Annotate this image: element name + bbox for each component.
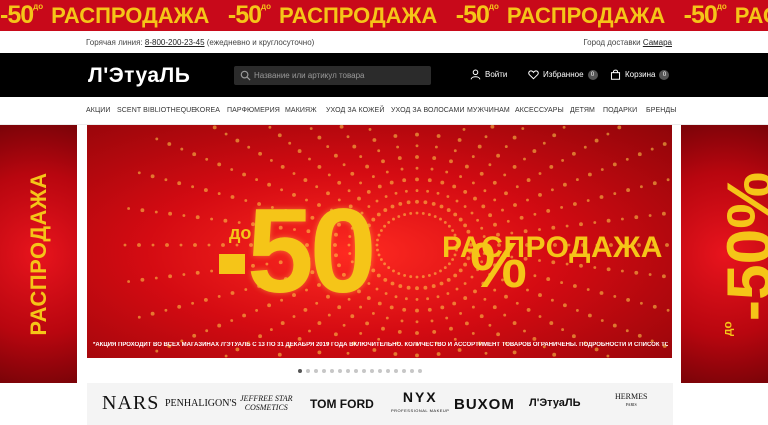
nav-item-skin-care[interactable]: УХОД ЗА КОЖЕЙ	[326, 107, 384, 114]
promo-percent: -50до	[0, 1, 44, 29]
carousel-dot[interactable]	[394, 369, 398, 373]
carousel-dot[interactable]	[346, 369, 350, 373]
cart-count-badge: 0	[659, 69, 670, 80]
carousel-dot[interactable]	[418, 369, 422, 373]
hero-disclaimer: *АКЦИЯ ПРОХОДИТ ВО ВСЕХ МАГАЗИНАХ Л'ЭТУА…	[93, 342, 668, 348]
promo-percent: -50до	[455, 1, 499, 29]
carousel-dot[interactable]	[314, 369, 318, 373]
hero-percent-value: 50	[247, 184, 376, 318]
nav-item-perfumery[interactable]: ПАРФЮМЕРИЯ	[227, 107, 280, 114]
login-label: Войти	[485, 70, 508, 79]
login-button[interactable]: Войти	[470, 69, 507, 80]
header: Л'ЭтуаЛЬ Войти Избранное 0 Корзина 0	[0, 53, 768, 97]
nav-item-gifts[interactable]: ПОДАРКИ	[603, 107, 637, 114]
info-bar: Горячая линия: 8-800-200-23-45 (ежедневн…	[0, 31, 768, 53]
promo-word: РАСПРОДАЖА	[51, 3, 210, 28]
promo-strip-item: -50до РАСПРОДАЖА	[0, 0, 223, 31]
brands-strip: NARS PENHALIGON'S JEFFREE STAR COSMETICS …	[87, 383, 673, 425]
carousel-dot[interactable]	[370, 369, 374, 373]
side-banner-left[interactable]: РАСПРОДАЖА	[0, 125, 77, 383]
hero-title: РАСПРОДАЖА	[442, 231, 663, 264]
promo-strip-item: -50до РАСПРОДАЖА	[228, 0, 451, 31]
favorites-button[interactable]: Избранное 0	[528, 69, 598, 80]
nav-item-kids[interactable]: ДЕТЯМ	[570, 107, 595, 114]
brand-logo-nars[interactable]: NARS	[102, 392, 159, 415]
brand-logo-hermes[interactable]: HERMES PARIS	[615, 393, 647, 409]
carousel-dot[interactable]	[410, 369, 414, 373]
main-navigation: АКЦИИ SCENT BIBLIOTHEQUE KOREA ПАРФЮМЕРИ…	[0, 97, 768, 125]
favorites-count-badge: 0	[587, 69, 598, 80]
carousel-dot[interactable]	[362, 369, 366, 373]
brand-logo-letu[interactable]: Л'ЭтуаЛЬ	[529, 397, 581, 409]
side-banner-percent: до-50%	[713, 172, 768, 337]
side-banner-text: РАСПРОДАЖА	[25, 172, 51, 336]
user-icon	[470, 69, 481, 80]
promo-word: РАСПРОДАЖА	[734, 3, 768, 28]
hotline-phone-link[interactable]: 8-800-200-23-45	[145, 38, 205, 47]
search-input[interactable]	[254, 66, 426, 85]
brand-logo-nyx[interactable]: NYX PROFESSIONAL MAKEUP	[391, 390, 449, 417]
promo-strip[interactable]: -50до РАСПРОДАЖА -50до РАСПРОДАЖА -50до РАС…	[0, 0, 768, 31]
brand-logo-buxom[interactable]: BUXOM	[454, 396, 515, 413]
promo-strip-item: -50до РАСПРОДАЖА	[684, 0, 768, 31]
hotline-hours: (ежедневно и круглосуточно)	[206, 38, 315, 47]
city-label: Город доставки	[583, 38, 641, 47]
favorites-label: Избранное	[543, 70, 584, 79]
nav-item-makeup[interactable]: МАКИЯЖ	[285, 107, 317, 114]
promo-percent: -50до	[683, 1, 727, 29]
cart-button[interactable]: Корзина 0	[610, 69, 670, 80]
nav-item-accessories[interactable]: АКСЕССУАРЫ	[515, 107, 564, 114]
promo-percent: -50до	[227, 1, 271, 29]
search-icon	[240, 70, 251, 81]
promo-strip-item: -50до РАСПРОДАЖА	[456, 0, 679, 31]
promo-word: РАСПРОДАЖА	[506, 3, 666, 28]
carousel-dots	[298, 366, 422, 373]
nav-item-brands[interactable]: БРЕНДЫ	[646, 107, 677, 114]
hero-banner[interactable]: до 50 % РАСПРОДАЖА *АКЦИЯ ПРОХОДИТ ВО ВС…	[87, 125, 672, 358]
brand-logo-penhaligons[interactable]: PENHALIGON'S	[165, 398, 237, 409]
carousel-dot[interactable]	[298, 369, 302, 373]
carousel-dot[interactable]	[322, 369, 326, 373]
search-bar[interactable]	[234, 66, 431, 85]
hotline-label: Горячая линия:	[86, 38, 143, 47]
side-banner-right[interactable]: до-50%	[681, 125, 768, 383]
carousel-dot[interactable]	[338, 369, 342, 373]
nav-item-promotions[interactable]: АКЦИИ	[86, 107, 111, 114]
heart-icon	[528, 70, 539, 80]
hotline: Горячая линия: 8-800-200-23-45 (ежедневн…	[86, 38, 314, 47]
city-select-link[interactable]: Самара	[643, 38, 672, 47]
hero-minus-sign	[219, 254, 245, 274]
carousel-dot[interactable]	[378, 369, 382, 373]
carousel-dot[interactable]	[306, 369, 310, 373]
site-logo[interactable]: Л'ЭтуаЛЬ	[88, 64, 190, 88]
nav-item-men[interactable]: МУЖЧИНАМ	[467, 107, 510, 114]
nav-item-scent-bibliotheque[interactable]: SCENT BIBLIOTHEQUE	[117, 107, 196, 114]
delivery-city: Город доставки Самара	[583, 38, 672, 47]
carousel-dot[interactable]	[386, 369, 390, 373]
brand-logo-tom-ford[interactable]: TOM FORD	[310, 397, 374, 411]
promo-word: РАСПРОДАЖА	[279, 3, 438, 28]
cart-label: Корзина	[625, 70, 656, 79]
nav-item-hair-care[interactable]: УХОД ЗА ВОЛОСАМИ	[391, 107, 465, 114]
carousel-dot[interactable]	[354, 369, 358, 373]
brand-logo-jeffree-star[interactable]: JEFFREE STAR COSMETICS	[240, 394, 293, 412]
carousel-dot[interactable]	[402, 369, 406, 373]
nav-item-korea[interactable]: KOREA	[195, 107, 220, 114]
carousel-dot[interactable]	[330, 369, 334, 373]
shopping-bag-icon	[610, 69, 621, 80]
